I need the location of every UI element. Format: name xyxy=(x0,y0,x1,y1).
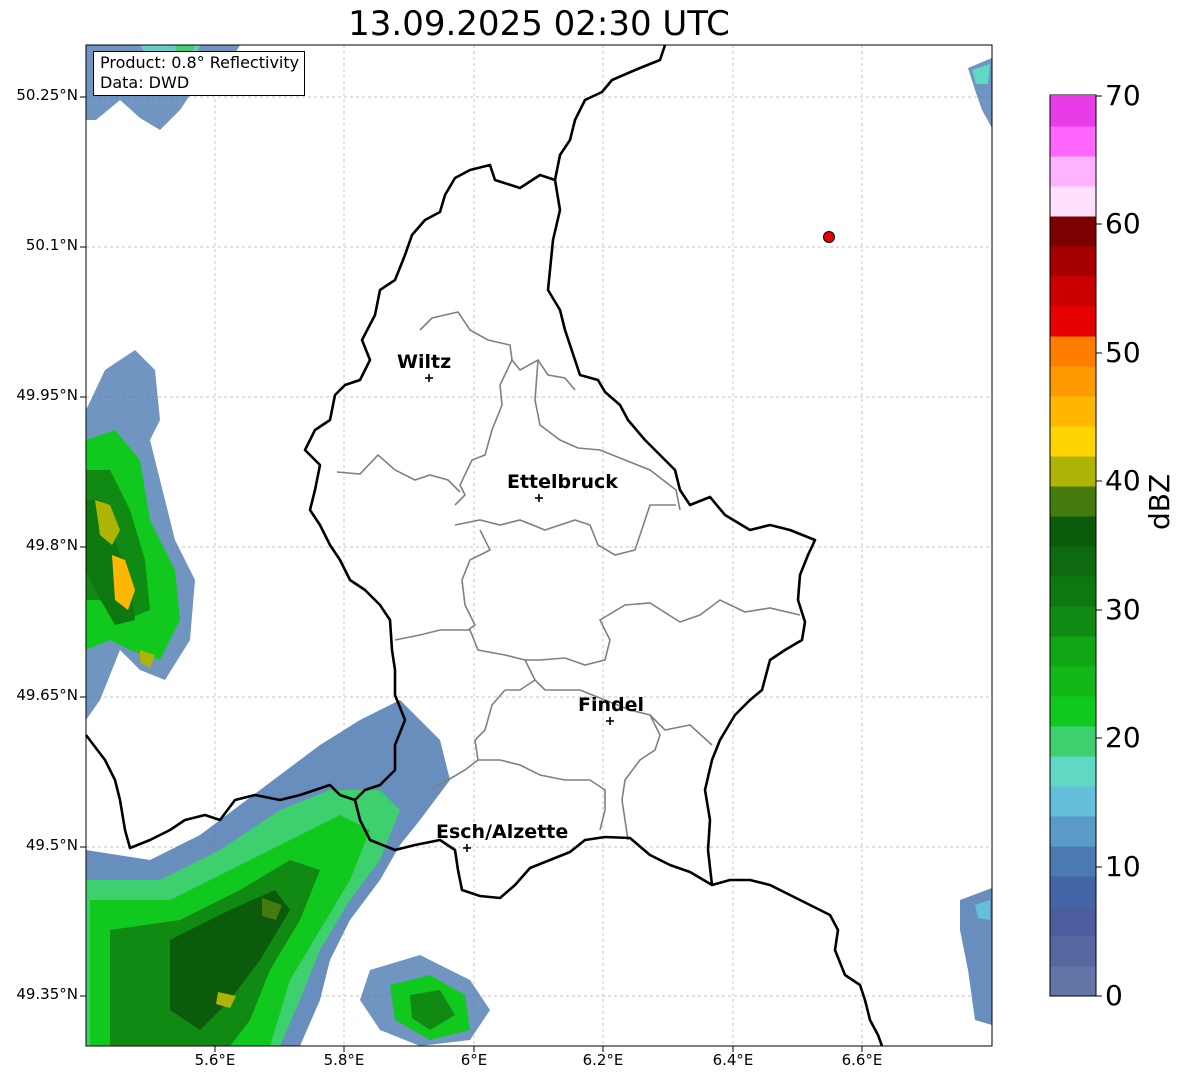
product-info-box: Product: 0.8° Reflectivity Data: DWD xyxy=(93,51,306,96)
city-marker-findel xyxy=(606,717,614,725)
colorbar-tick: 10 xyxy=(1105,850,1141,883)
colorbar-tick: 30 xyxy=(1105,593,1141,626)
colorbar-segment xyxy=(1050,456,1096,487)
colorbar-segment xyxy=(1050,336,1096,367)
colorbar-segment xyxy=(1050,816,1096,847)
radar-echoes xyxy=(86,45,992,1046)
colorbar-tick: 20 xyxy=(1105,721,1141,754)
colorbar-tick: 0 xyxy=(1105,979,1123,1012)
radar-map xyxy=(80,44,1102,1052)
colorbar-segment xyxy=(1050,606,1096,637)
colorbar-segment xyxy=(1050,666,1096,697)
lat-label: 49.35°N xyxy=(16,985,78,1003)
city-label-ettelbruck: Ettelbruck xyxy=(507,471,618,493)
lon-label: 6°E xyxy=(460,1051,488,1069)
colorbar-segment xyxy=(1050,786,1096,817)
lon-label: 6.2°E xyxy=(582,1051,624,1069)
colorbar-tick: 40 xyxy=(1105,464,1141,497)
colorbar-segment xyxy=(1050,906,1096,937)
colorbar-segment xyxy=(1050,846,1096,877)
colorbar-segment xyxy=(1050,426,1096,457)
colorbar-tick: 50 xyxy=(1105,336,1141,369)
lon-label: 5.8°E xyxy=(323,1051,365,1069)
lat-label: 49.65°N xyxy=(16,686,78,704)
colorbar-segment xyxy=(1050,366,1096,397)
lon-label: 5.6°E xyxy=(194,1051,236,1069)
colorbar-segment xyxy=(1050,216,1096,247)
colorbar-segment xyxy=(1050,936,1096,967)
colorbar-segment xyxy=(1050,486,1096,517)
colorbar-segment xyxy=(1050,696,1096,727)
colorbar-segment xyxy=(1050,516,1096,547)
lon-label: 6.6°E xyxy=(841,1051,883,1069)
colorbar-unit-label: dBZ xyxy=(1143,473,1176,530)
lat-label: 49.5°N xyxy=(25,836,78,854)
colorbar-segment xyxy=(1050,756,1096,787)
city-label-wiltz: Wiltz xyxy=(397,351,452,373)
city-label-esch: Esch/Alzette xyxy=(436,821,569,843)
colorbar-segment xyxy=(1050,306,1096,337)
lon-label: 6.4°E xyxy=(712,1051,754,1069)
colorbar-segment xyxy=(1050,576,1096,607)
lat-label: 50.25°N xyxy=(16,86,78,104)
colorbar-segment xyxy=(1050,246,1096,277)
radar-site-marker xyxy=(823,231,835,243)
data-source-label: Data: DWD xyxy=(100,73,190,92)
colorbar xyxy=(1050,96,1096,997)
colorbar-segment xyxy=(1050,186,1096,217)
product-label: Product: 0.8° Reflectivity xyxy=(100,53,300,72)
colorbar-segment xyxy=(1050,96,1096,127)
colorbar-segment xyxy=(1050,276,1096,307)
city-marker-esch xyxy=(463,844,471,852)
lat-label: 49.8°N xyxy=(25,536,78,554)
colorbar-segment xyxy=(1050,636,1096,667)
lat-label: 50.1°N xyxy=(25,236,78,254)
colorbar-segment xyxy=(1050,396,1096,427)
colorbar-segment xyxy=(1050,126,1096,157)
colorbar-segment xyxy=(1050,876,1096,907)
city-label-findel: Findel xyxy=(578,694,645,716)
colorbar-tick: 60 xyxy=(1105,207,1141,240)
colorbar-segment xyxy=(1050,546,1096,577)
colorbar-segment xyxy=(1050,966,1096,997)
city-marker-wiltz xyxy=(425,374,433,382)
colorbar-tick: 70 xyxy=(1105,79,1141,112)
colorbar-segment xyxy=(1050,156,1096,187)
lat-label: 49.95°N xyxy=(16,386,78,404)
colorbar-segment xyxy=(1050,726,1096,757)
city-marker-ettelbruck xyxy=(535,494,543,502)
